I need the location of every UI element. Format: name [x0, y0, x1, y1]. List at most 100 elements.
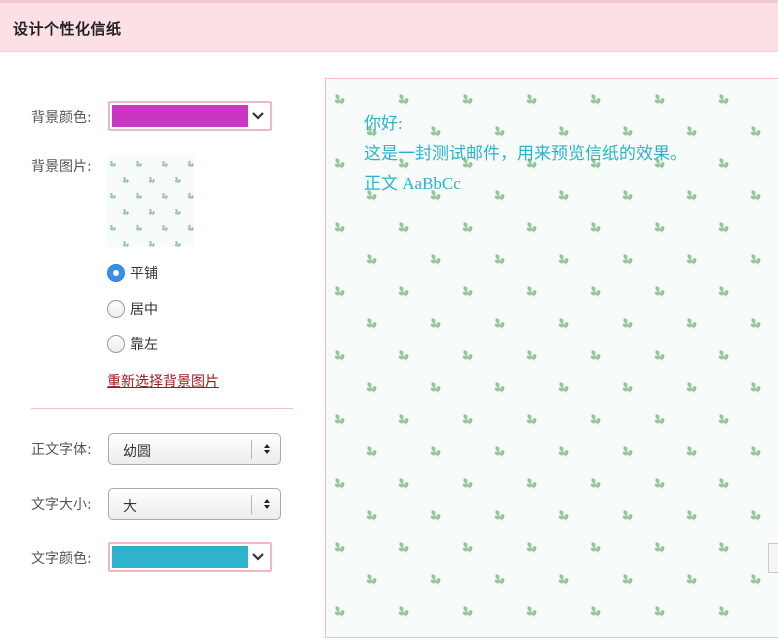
flower-sprig [523, 92, 538, 108]
flower-sprig [147, 207, 156, 216]
text-color-swatch [112, 546, 248, 568]
radio-left-label: 靠左 [130, 334, 158, 354]
flower-sprig [715, 540, 730, 556]
flower-sprig [523, 540, 538, 556]
flower-sprig [108, 223, 117, 232]
flower-sprig [134, 159, 143, 168]
radio-option-left[interactable]: 靠左 [107, 334, 158, 354]
flower-sprig [363, 508, 378, 524]
bg-color-picker[interactable] [108, 101, 272, 131]
flower-sprig [747, 444, 762, 460]
reselect-bg-image-link[interactable]: 重新选择背景图片 [107, 371, 219, 391]
flower-sprig [555, 252, 570, 268]
flower-sprig [395, 412, 410, 428]
flower-sprig [715, 412, 730, 428]
select-separator [251, 440, 252, 459]
flower-sprig [523, 412, 538, 428]
flower-sprig [715, 284, 730, 300]
flower-sprig [715, 92, 730, 108]
flower-sprig [459, 604, 474, 620]
flower-sprig [651, 284, 666, 300]
radio-option-center[interactable]: 居中 [107, 299, 158, 319]
flower-sprig [363, 380, 378, 396]
flower-sprig [555, 316, 570, 332]
flower-sprig [459, 348, 474, 364]
flower-sprig [363, 252, 378, 268]
preview-sample: 正文 AaBbCc [364, 169, 687, 199]
flower-sprig [108, 191, 117, 200]
flower-sprig [491, 316, 506, 332]
page-title: 设计个性化信纸 [13, 18, 122, 39]
size-select[interactable]: 大 [108, 488, 281, 520]
font-select-value: 幼圆 [123, 441, 151, 461]
flower-sprig [331, 476, 346, 492]
flower-sprig [651, 540, 666, 556]
text-color-picker[interactable] [108, 542, 272, 572]
flower-sprig [587, 284, 602, 300]
radio-center-label: 居中 [130, 299, 158, 319]
flower-sprig [523, 348, 538, 364]
flower-sprig [395, 220, 410, 236]
flower-sprig [587, 476, 602, 492]
flower-sprig [651, 476, 666, 492]
flower-sprig [160, 191, 169, 200]
bg-image-label: 背景图片: [31, 156, 92, 176]
flower-sprig [619, 252, 634, 268]
flower-sprig [619, 572, 634, 588]
side-scroll-widget[interactable] [768, 543, 778, 573]
radio-option-tile[interactable]: 平铺 [107, 263, 158, 283]
updown-arrows-icon [262, 497, 272, 511]
flower-sprig [395, 604, 410, 620]
flower-sprig [587, 92, 602, 108]
bg-image-thumbnail [107, 155, 194, 247]
flower-sprig [491, 444, 506, 460]
flower-sprig [121, 207, 130, 216]
flower-sprig [491, 380, 506, 396]
chevron-down-icon [248, 546, 268, 568]
section-divider [31, 408, 293, 409]
bg-color-swatch [112, 105, 248, 127]
radio-tile-button[interactable] [107, 264, 125, 282]
preview-text: 你好: 这是一封测试邮件，用来预览信纸的效果。 正文 AaBbCc [364, 109, 687, 199]
flower-sprig [459, 220, 474, 236]
flower-sprig [331, 220, 346, 236]
flower-sprig [395, 284, 410, 300]
flower-sprig [651, 604, 666, 620]
flower-sprig [427, 316, 442, 332]
flower-sprig [747, 124, 762, 140]
flower-sprig [459, 476, 474, 492]
radio-center-button[interactable] [107, 300, 125, 318]
letter-preview: 你好: 这是一封测试邮件，用来预览信纸的效果。 正文 AaBbCc [325, 78, 778, 638]
flower-sprig [523, 604, 538, 620]
flower-sprig [587, 604, 602, 620]
flower-sprig [587, 412, 602, 428]
flower-sprig [555, 380, 570, 396]
flower-sprig [683, 444, 698, 460]
chevron-down-icon [248, 105, 268, 127]
flower-sprig [587, 220, 602, 236]
flower-sprig [715, 604, 730, 620]
flower-sprig [683, 508, 698, 524]
flower-sprig [395, 540, 410, 556]
flower-sprig [523, 476, 538, 492]
size-label: 文字大小: [31, 494, 92, 514]
flower-sprig [186, 159, 194, 168]
flower-sprig [459, 92, 474, 108]
flower-sprig [715, 220, 730, 236]
flower-sprig [523, 220, 538, 236]
flower-sprig [331, 348, 346, 364]
font-select[interactable]: 幼圆 [108, 433, 281, 465]
flower-sprig [427, 380, 442, 396]
flower-sprig [134, 223, 143, 232]
flower-sprig [427, 252, 442, 268]
radio-left-button[interactable] [107, 335, 125, 353]
flower-sprig [459, 412, 474, 428]
select-separator [251, 495, 252, 514]
flower-sprig [331, 156, 346, 172]
text-color-label: 文字颜色: [31, 548, 92, 568]
flower-sprig [121, 239, 130, 247]
flower-sprig [160, 159, 169, 168]
flower-sprig [427, 444, 442, 460]
flower-sprig [747, 508, 762, 524]
flower-sprig [121, 175, 130, 184]
